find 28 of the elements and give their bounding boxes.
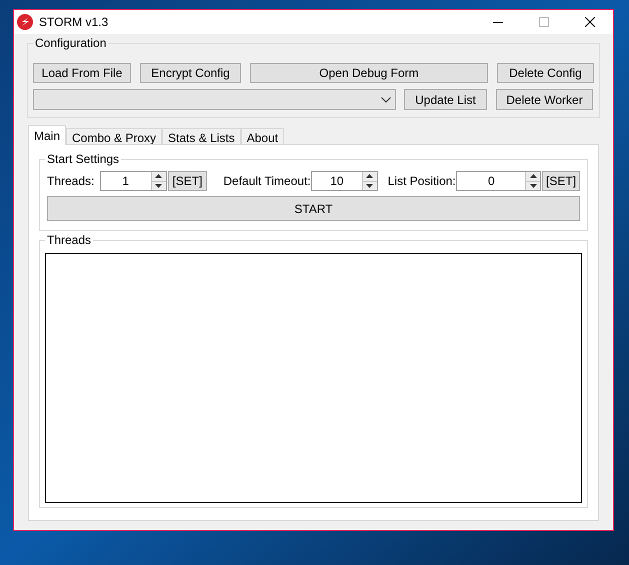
- chevron-down-icon: [381, 96, 391, 102]
- window-title: STORM v1.3: [39, 14, 108, 31]
- delete-worker-button[interactable]: Delete Worker: [496, 89, 593, 110]
- spinner-value: 10: [329, 173, 345, 190]
- config-button[interactable]: Open Debug Form: [250, 63, 488, 83]
- tab[interactable]: About: [240, 128, 284, 145]
- update-list-button[interactable]: Update List: [404, 89, 487, 110]
- group-title: Threads: [45, 233, 94, 247]
- threads-label: Threads:: [47, 173, 96, 190]
- list-position-label: List Position:: [388, 173, 456, 190]
- spinner-value: 1: [121, 173, 130, 190]
- config-button[interactable]: Delete Config: [497, 63, 594, 83]
- set-list-position-button[interactable]: [SET]: [542, 171, 580, 191]
- tab[interactable]: Main: [28, 125, 66, 145]
- group-title: Start Settings: [45, 152, 122, 166]
- group-title: Configuration: [33, 36, 108, 50]
- config-button[interactable]: Encrypt Config: [140, 63, 241, 83]
- tab[interactable]: Stats & Lists: [162, 128, 241, 145]
- logo-icon: [17, 14, 33, 30]
- number-spinner[interactable]: 1: [100, 171, 167, 191]
- set-threads-button[interactable]: [SET]: [168, 171, 208, 191]
- number-spinner[interactable]: 0: [456, 171, 542, 191]
- config-button[interactable]: Load From File: [33, 63, 131, 83]
- number-spinner[interactable]: 10: [311, 171, 378, 191]
- timeout-label: Default Timeout:: [223, 173, 311, 190]
- spinner-value: 0: [486, 173, 496, 190]
- tab[interactable]: Combo & Proxy: [66, 128, 162, 145]
- start-button[interactable]: START: [47, 196, 580, 221]
